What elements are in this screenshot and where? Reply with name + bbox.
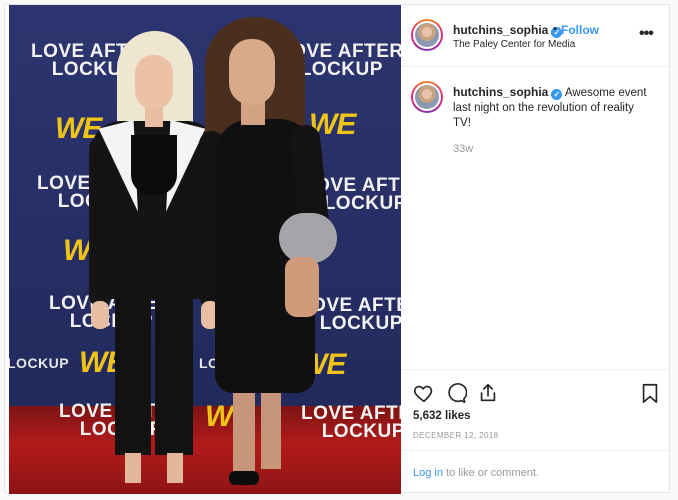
person-right-fur-cuff (279, 213, 337, 263)
likes-count[interactable]: 5,632 likes (413, 410, 471, 422)
comment-area: Log in to like or comment. (401, 450, 669, 494)
username-text: hutchins_sophia (453, 23, 549, 37)
action-bar: 5,632 likes DECEMBER 12, 2018 Log in to … (401, 369, 669, 493)
person-right-hand (285, 257, 319, 317)
time-ago[interactable]: 33w (453, 143, 473, 155)
caption-text-block: hutchins_sophia ✓ Awesome event last nigh… (453, 85, 653, 131)
person-right-leg (233, 391, 255, 477)
person-left-top (131, 135, 177, 195)
person-left-ankle (125, 453, 141, 483)
login-prompt: Log in to like or comment. (413, 467, 539, 479)
instagram-post: LOVE AFTER LOCKUP LOVE AFTER LOCKUP LOVE… (4, 4, 670, 494)
verified-badge-icon: ✓ (551, 89, 563, 100)
person-right-face (229, 39, 275, 105)
person-left-pants (155, 295, 193, 455)
share-icon[interactable] (477, 382, 499, 404)
separator-dot: • (553, 23, 557, 35)
avatar[interactable] (411, 81, 443, 113)
avatar-image (413, 21, 441, 49)
backdrop-logo: LOVE AFTER LOCKUP (301, 403, 401, 443)
more-options-icon[interactable]: ••• (639, 25, 654, 43)
login-link[interactable]: Log in (413, 467, 443, 479)
person-left-hand (91, 301, 109, 329)
person-left-ankle (167, 453, 183, 483)
caption-username-text: hutchins_sophia (453, 85, 549, 99)
post-photo[interactable]: LOVE AFTER LOCKUP LOVE AFTER LOCKUP LOVE… (9, 5, 401, 494)
person-left-pants (115, 295, 151, 455)
heart-icon[interactable] (413, 382, 435, 404)
person-right-shoe (229, 471, 259, 485)
bookmark-icon[interactable] (639, 382, 661, 404)
comment-icon[interactable] (445, 382, 467, 404)
backdrop-logo-edge: LOCKUP (9, 355, 70, 371)
person-right-leg (261, 391, 281, 469)
post-date: DECEMBER 12, 2018 (413, 431, 499, 440)
login-prompt-suffix: to like or comment. (442, 467, 539, 479)
location-link[interactable]: The Paley Center for Media (453, 39, 575, 50)
avatar[interactable] (411, 19, 443, 51)
username-link[interactable]: hutchins_sophia ✓ (453, 23, 563, 38)
post-side-panel: hutchins_sophia ✓ • Follow The Paley Cent… (401, 5, 669, 492)
follow-button[interactable]: Follow (561, 23, 599, 37)
avatar-image (413, 83, 441, 111)
caption-username[interactable]: hutchins_sophia ✓ (453, 85, 563, 100)
post-header: hutchins_sophia ✓ • Follow The Paley Cent… (401, 5, 669, 67)
person-left-face (135, 55, 173, 109)
